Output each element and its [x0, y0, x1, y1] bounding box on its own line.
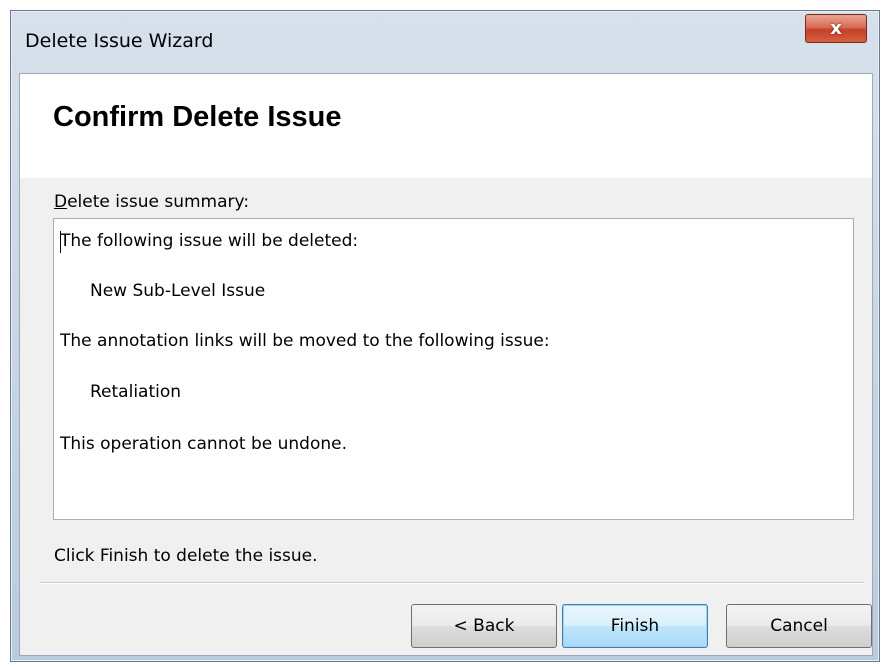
summary-line-links-header: The annotation links will be moved to th…: [60, 331, 550, 351]
title-bar[interactable]: Delete Issue Wizard x: [11, 11, 879, 67]
summary-label: Delete issue summary:: [54, 192, 249, 212]
window-title: Delete Issue Wizard: [25, 30, 214, 52]
wizard-client-area: Confirm Delete Issue Delete issue summar…: [19, 73, 873, 656]
summary-textbox[interactable]: The following issue will be deleted: New…: [53, 218, 854, 520]
summary-line-warning: This operation cannot be undone.: [60, 434, 347, 454]
summary-line-deleted-header: The following issue will be deleted:: [60, 231, 359, 251]
finish-button[interactable]: Finish: [562, 604, 708, 648]
finish-instruction: Click Finish to delete the issue.: [54, 546, 318, 566]
summary-line-target-issue: Retaliation: [90, 382, 182, 402]
footer-divider: [41, 582, 864, 584]
summary-line-issue-name: New Sub-Level Issue: [90, 281, 266, 301]
wizard-window: Delete Issue Wizard x Confirm Delete Iss…: [10, 10, 880, 662]
summary-label-text: elete issue summary:: [67, 192, 250, 212]
cancel-button[interactable]: Cancel: [726, 604, 872, 648]
back-button[interactable]: < Back: [411, 604, 557, 648]
page-title: Confirm Delete Issue: [53, 101, 342, 133]
wizard-header: Confirm Delete Issue: [20, 74, 872, 178]
summary-label-accelerator: D: [54, 192, 68, 212]
close-icon: x: [830, 18, 842, 39]
close-button[interactable]: x: [805, 14, 867, 43]
